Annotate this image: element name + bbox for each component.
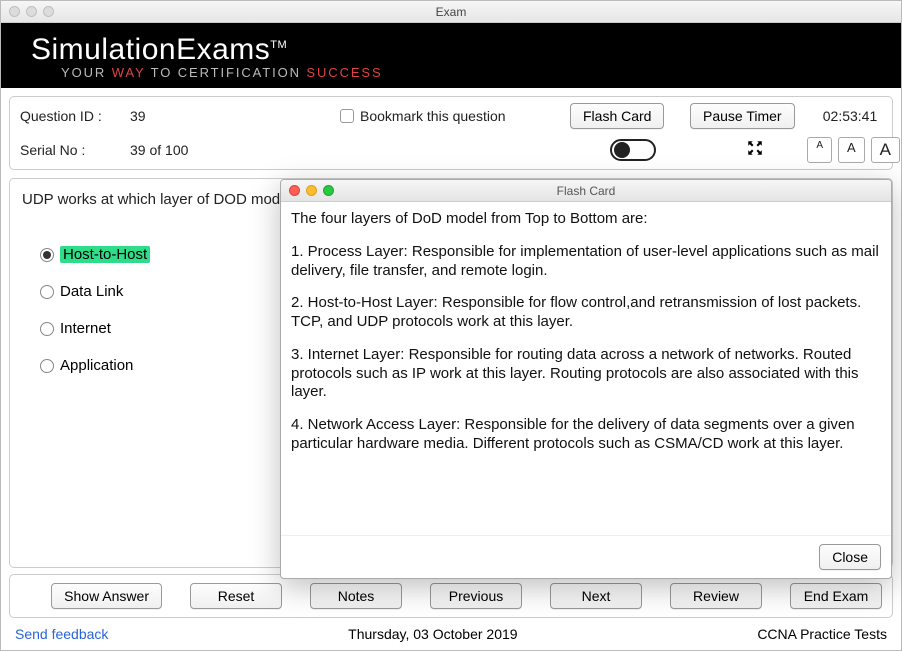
brand-name: SimulationExamsTM (31, 33, 871, 67)
close-dot-icon[interactable] (9, 6, 20, 17)
notes-button[interactable]: Notes (310, 583, 402, 609)
flash-close-button[interactable]: Close (819, 544, 881, 570)
serial-no-value: 39 of 100 (130, 142, 340, 158)
flash-card-title: Flash Card (557, 184, 616, 198)
footer-date: Thursday, 03 October 2019 (348, 626, 517, 642)
flash-card-button[interactable]: Flash Card (570, 103, 664, 129)
send-feedback-link[interactable]: Send feedback (15, 626, 108, 642)
font-size-medium-button[interactable]: A (838, 137, 865, 163)
minimize-dot-icon[interactable] (26, 6, 37, 17)
brand-header: SimulationExamsTM YOUR WAY TO CERTIFICAT… (1, 23, 901, 88)
flash-minimize-dot-icon[interactable] (306, 185, 317, 196)
show-answer-button[interactable]: Show Answer (51, 583, 162, 609)
fullscreen-icon (746, 139, 764, 157)
main-window-title: Exam (436, 5, 467, 19)
previous-button[interactable]: Previous (430, 583, 522, 609)
reset-button[interactable]: Reset (190, 583, 282, 609)
brand-tagline: YOUR WAY TO CERTIFICATION SUCCESS (31, 65, 871, 80)
footer-row: Send feedback Thursday, 03 October 2019 … (1, 618, 901, 650)
question-id-value: 39 (130, 108, 340, 124)
main-window-controls (9, 6, 54, 17)
brand-name-text: SimulationExams (31, 33, 270, 66)
serial-no-label: Serial No : (20, 142, 130, 158)
bookmark-checkbox[interactable]: Bookmark this question (340, 108, 570, 124)
info-panel: Question ID : 39 Bookmark this question … (9, 96, 893, 170)
pause-timer-button[interactable]: Pause Timer (690, 103, 795, 129)
font-size-small-button[interactable]: A (807, 137, 832, 163)
timer-display: 02:53:41 (800, 108, 900, 124)
tagline-prefix: YOUR (61, 65, 106, 80)
fullscreen-button[interactable] (710, 139, 800, 162)
trademark-icon: TM (270, 39, 287, 51)
flash-layer-4: 4. Network Access Layer: Responsible for… (291, 416, 881, 454)
dark-mode-toggle[interactable] (610, 139, 656, 161)
flash-layer-2: 2. Host-to-Host Layer: Responsible for f… (291, 294, 881, 332)
tagline-way: WAY (112, 65, 146, 80)
checkbox-icon[interactable] (340, 109, 354, 123)
flash-card-body[interactable]: The four layers of DoD model from Top to… (281, 202, 891, 535)
flash-intro: The four layers of DoD model from Top to… (291, 210, 881, 229)
option-4-label: Application (60, 357, 133, 374)
radio-icon[interactable] (40, 285, 54, 299)
flash-close-dot-icon[interactable] (289, 185, 300, 196)
flash-layer-1: 1. Process Layer: Responsible for implem… (291, 243, 881, 281)
option-3-label: Internet (60, 320, 111, 337)
font-size-group: A A A (800, 137, 900, 163)
tagline-mid: TO CERTIFICATION (151, 65, 301, 80)
toggle-knob-icon (614, 142, 630, 158)
font-size-large-button[interactable]: A (871, 137, 900, 163)
end-exam-button[interactable]: End Exam (790, 583, 882, 609)
flash-card-titlebar[interactable]: Flash Card (281, 180, 891, 202)
radio-icon[interactable] (40, 359, 54, 373)
main-titlebar[interactable]: Exam (1, 1, 901, 23)
bottom-button-bar: Show Answer Reset Notes Previous Next Re… (9, 574, 893, 618)
flash-maximize-dot-icon[interactable] (323, 185, 334, 196)
flash-card-modal: Flash Card The four layers of DoD model … (280, 179, 892, 579)
radio-icon[interactable] (40, 322, 54, 336)
bookmark-label: Bookmark this question (360, 108, 506, 124)
review-button[interactable]: Review (670, 583, 762, 609)
tagline-success: SUCCESS (306, 65, 382, 80)
flash-layer-3: 3. Internet Layer: Responsible for routi… (291, 346, 881, 402)
option-1-label: Host-to-Host (60, 246, 150, 263)
question-id-label: Question ID : (20, 108, 130, 124)
radio-icon[interactable] (40, 248, 54, 262)
next-button[interactable]: Next (550, 583, 642, 609)
option-2-label: Data Link (60, 283, 123, 300)
flash-card-footer: Close (281, 535, 891, 578)
maximize-dot-icon[interactable] (43, 6, 54, 17)
footer-exam-name: CCNA Practice Tests (757, 626, 887, 642)
